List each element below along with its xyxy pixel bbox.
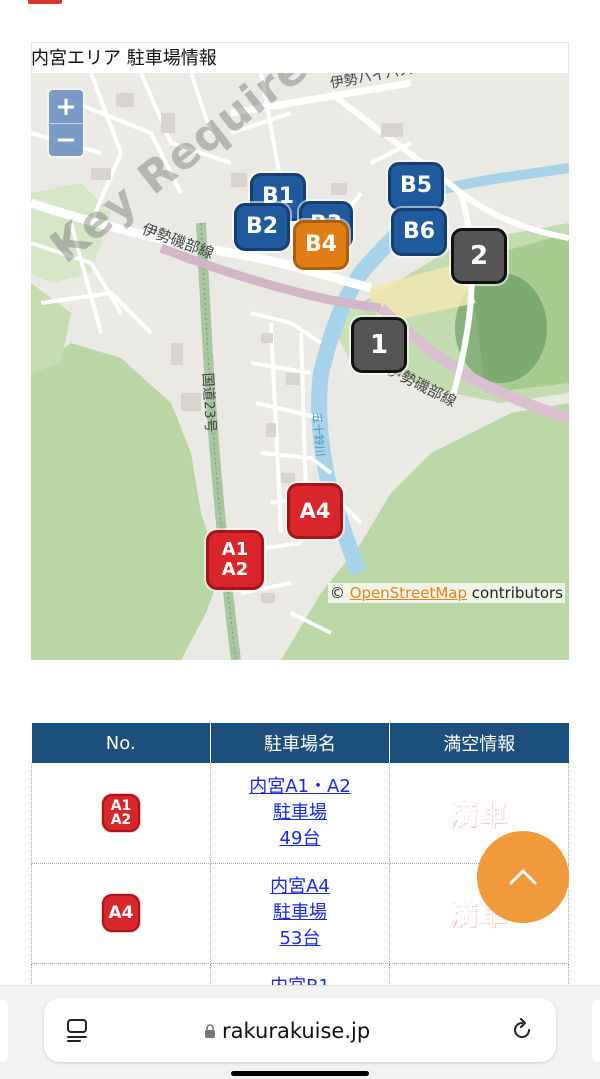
parking-marker-2[interactable]: 2: [451, 228, 507, 284]
header-parking-name: 駐車場名: [210, 723, 390, 763]
parking-marker-b4[interactable]: B4: [293, 220, 349, 270]
parking-marker-b6[interactable]: B6: [391, 208, 447, 256]
attribution-prefix: ©: [329, 584, 345, 602]
status-full: 満車: [448, 797, 509, 831]
map-title: 内宮エリア 駐車場情報: [31, 48, 217, 69]
parking-marker-1[interactable]: 1: [351, 317, 407, 373]
row-marker-a1-a2: A1 A2: [102, 793, 140, 832]
cell-name: 内宮A4 駐車場 53台: [210, 863, 390, 964]
browser-toolbar: rakurakuise.jp: [0, 985, 600, 1079]
header-no: No.: [31, 723, 211, 763]
cell-no: A4: [31, 863, 211, 964]
parking-type: 駐車場: [273, 901, 327, 923]
url-display: rakurakuise.jp: [204, 1019, 370, 1043]
row-marker-a2: A2: [110, 811, 132, 828]
header-status: 満空情報: [389, 723, 569, 763]
next-tab-peek[interactable]: [592, 1000, 600, 1062]
zoom-in-button[interactable]: +: [49, 90, 83, 123]
road-label-route23: 国道23号: [199, 372, 218, 433]
address-bar[interactable]: rakurakuise.jp: [44, 998, 556, 1062]
parking-map[interactable]: 伊勢磯部線 伊勢磯部線 国道23号 伊勢バイパス 五十鈴川 Key Requir…: [31, 73, 569, 660]
parking-capacity: 49台: [279, 827, 321, 849]
parking-link-a1-a2[interactable]: 内宮A1・A2 駐車場 49台: [249, 776, 351, 849]
lock-icon: [205, 1023, 215, 1038]
parking-marker-b5[interactable]: B5: [388, 162, 444, 210]
map-attribution: © OpenStreetMap contributors: [327, 583, 565, 603]
parking-link-a4[interactable]: 内宮A4 駐車場 53台: [270, 876, 330, 949]
attribution-suffix: contributors: [471, 584, 563, 602]
url-text: rakurakuise.jp: [222, 1019, 371, 1043]
marker-label-a2: A2: [221, 559, 249, 580]
chevron-up-icon: [509, 869, 537, 885]
home-indicator: [231, 1071, 369, 1076]
parking-marker-b2[interactable]: B2: [234, 203, 290, 251]
cell-no: A1 A2: [31, 763, 211, 864]
reload-icon[interactable]: [510, 1018, 534, 1042]
parking-name: 内宮A4: [270, 875, 330, 897]
map-base-layer: 伊勢磯部線 伊勢磯部線 国道23号 伊勢バイパス 五十鈴川: [31, 73, 569, 660]
parking-marker-a1-a2[interactable]: A1 A2: [206, 530, 264, 590]
reader-menu-icon[interactable]: [66, 1018, 88, 1042]
zoom-control: + −: [49, 90, 83, 156]
row-marker-a1: A1: [110, 797, 132, 814]
parking-name: 内宮A1・A2: [249, 775, 351, 797]
parking-capacity: 53台: [279, 928, 321, 950]
zoom-out-button[interactable]: −: [49, 123, 83, 156]
scroll-to-top-button[interactable]: [477, 831, 569, 923]
openstreetmap-link[interactable]: OpenStreetMap: [350, 584, 467, 602]
table-header-row: No. 駐車場名 満空情報: [31, 723, 569, 763]
row-marker-a4: A4: [102, 894, 140, 932]
cell-name: 内宮A1・A2 駐車場 49台: [210, 763, 390, 864]
parking-type: 駐車場: [273, 801, 327, 823]
marker-label-a1: A1: [221, 539, 249, 560]
top-accent-bar: [28, 0, 62, 4]
parking-marker-a4[interactable]: A4: [287, 483, 343, 539]
previous-tab-peek[interactable]: [0, 1000, 8, 1062]
